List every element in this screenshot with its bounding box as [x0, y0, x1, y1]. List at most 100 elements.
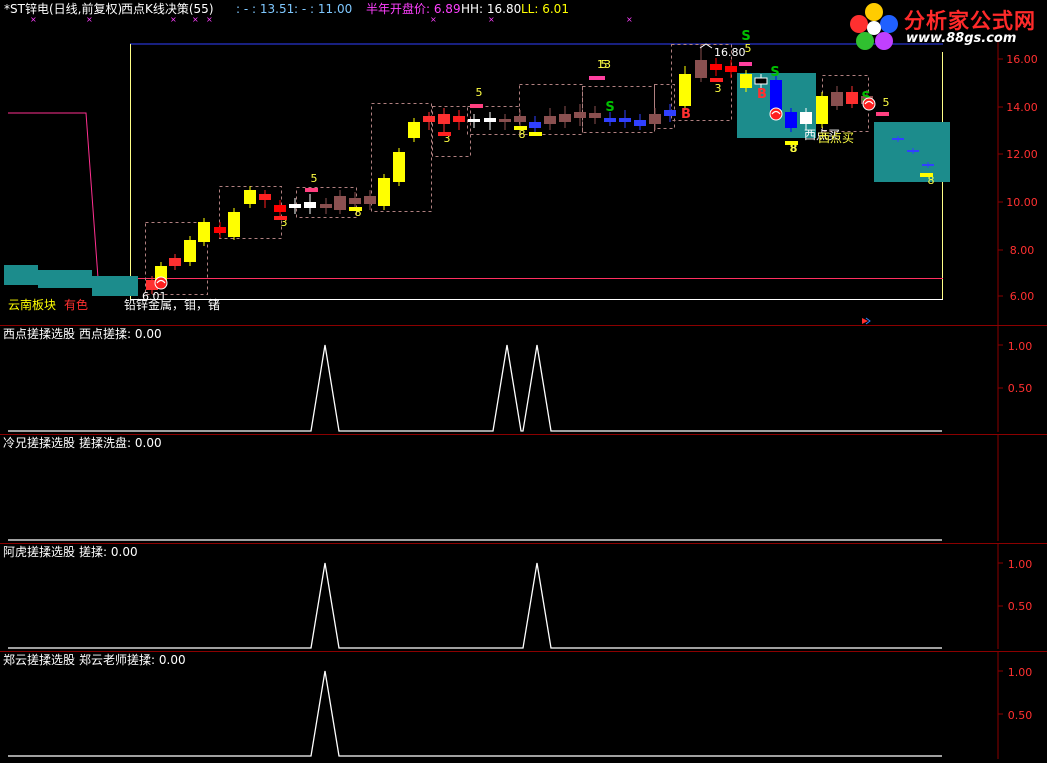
candle-body [816, 96, 828, 124]
candle-body [484, 118, 496, 122]
candle [244, 186, 256, 208]
level-marker [305, 188, 318, 192]
candle-body [289, 204, 301, 208]
level-marker [710, 78, 723, 82]
buy-signal-label-2: 西点买 [818, 131, 854, 145]
pink-step-line [8, 112, 99, 279]
count-label: 5 [476, 86, 483, 99]
count-label: 5 [883, 96, 890, 109]
candle-body [574, 112, 586, 118]
candle-body [846, 92, 858, 104]
candle [589, 106, 601, 124]
ball-circle [769, 107, 783, 121]
indicator-name: 西点K线决策(55) [121, 2, 214, 16]
candle-body [679, 74, 691, 106]
candle [619, 110, 631, 128]
candle-body [770, 80, 782, 110]
candle-body [259, 194, 271, 200]
top-marker-icon: × [206, 15, 213, 24]
candle [544, 108, 556, 130]
price-axis-label: 10.00 [1006, 196, 1038, 209]
candle-body [740, 74, 752, 88]
panel-4-tick-2: 0.50 [1008, 709, 1033, 722]
candle-body [334, 196, 346, 210]
price-axis-label: 16.00 [1006, 53, 1038, 66]
panel-1-title: 西点搓揉选股 西点搓揉: 0.00 [3, 326, 162, 341]
signal-letter: B [757, 87, 767, 102]
top-marker-icon: × [488, 15, 495, 24]
candle-body [453, 116, 465, 122]
candle-body [892, 138, 904, 140]
panel-4-tick-1: 1.00 [1008, 666, 1033, 679]
candle [408, 118, 420, 142]
candle-body [785, 112, 797, 128]
logo-url: www.88gs.com [906, 31, 1017, 46]
top-marker-icon: × [430, 15, 437, 24]
price-panel[interactable]: 16.0014.0012.0010.008.006.00 53585381383… [0, 29, 1047, 326]
hh-value: HH: 16.80 [461, 2, 521, 16]
candle-body [184, 240, 196, 262]
candle-body [468, 119, 480, 122]
candle-body [244, 190, 256, 204]
candle-body [214, 227, 226, 233]
panel-3-title: 阿虎搓揉选股 搓揉: 0.00 [3, 544, 138, 559]
hh-marker-label: 16.80 [714, 46, 746, 59]
panel-2-title: 冷兄搓揉选股 搓揉洗盘: 0.00 [3, 435, 162, 450]
candle-body [604, 118, 616, 122]
level-marker [470, 104, 483, 108]
level-marker [438, 132, 451, 136]
count-label: 5 [311, 172, 318, 185]
ll-marker-label: 6.01 [142, 290, 167, 303]
candle [574, 104, 586, 126]
price-axis-label: 8.00 [1010, 244, 1035, 257]
candle-body [499, 119, 511, 122]
buy-ball-icon [769, 107, 783, 121]
top-marker-icon: × [86, 15, 93, 24]
candle-body [408, 122, 420, 138]
candle-body [695, 60, 707, 78]
teal-zone [92, 276, 138, 296]
panel-4-title: 郑云搓揉选股 郑云老师搓揉: 0.00 [3, 652, 186, 667]
ll-value: LL: 6.01 [521, 2, 569, 16]
candle [816, 92, 828, 128]
candle [484, 112, 496, 130]
candle [198, 218, 210, 246]
candle-body [725, 66, 737, 72]
price-axis-label: 6.00 [1010, 290, 1035, 303]
candle-body [304, 202, 316, 208]
count-label: 3 [715, 82, 722, 95]
teal-zone [38, 270, 92, 288]
stock-title: *ST锌电(日线,前复权) [4, 1, 122, 16]
panel-3-tick-1: 1.00 [1008, 558, 1033, 571]
top-marker-icon: × [626, 15, 633, 24]
candle [364, 190, 376, 210]
candle-body [364, 196, 376, 204]
candle [214, 222, 226, 238]
level-marker [349, 207, 362, 211]
candle-body [922, 164, 934, 166]
level-marker [529, 132, 542, 136]
chart-canvas[interactable]: *ST锌电(日线,前复权) 西点K线决策(55) : - : 13.51 : -… [0, 0, 1047, 759]
candle [468, 114, 480, 128]
teal-zone [4, 265, 38, 285]
indicator-panels[interactable] [0, 326, 1047, 759]
candle [320, 198, 332, 214]
candle [529, 116, 541, 132]
half-year-open: 半年开盘价: 6.89 [366, 1, 461, 16]
ball-circle [154, 276, 168, 290]
candle-body [529, 122, 541, 128]
candle [393, 148, 405, 186]
value-1: : - : 13.51 [236, 2, 294, 16]
level-marker [589, 76, 605, 80]
candle-body [378, 178, 390, 206]
candle-body [559, 114, 571, 122]
panel-3-tick-2: 0.50 [1008, 600, 1033, 613]
candle-body [710, 64, 722, 70]
top-marker-icon: × [170, 15, 177, 24]
candle-body [634, 120, 646, 126]
candle-body [800, 112, 812, 124]
signal-letter: S [770, 65, 779, 80]
panel-1-tick-1: 1.00 [1008, 340, 1033, 353]
panel-3-series-line [8, 562, 942, 649]
candle [184, 236, 196, 266]
